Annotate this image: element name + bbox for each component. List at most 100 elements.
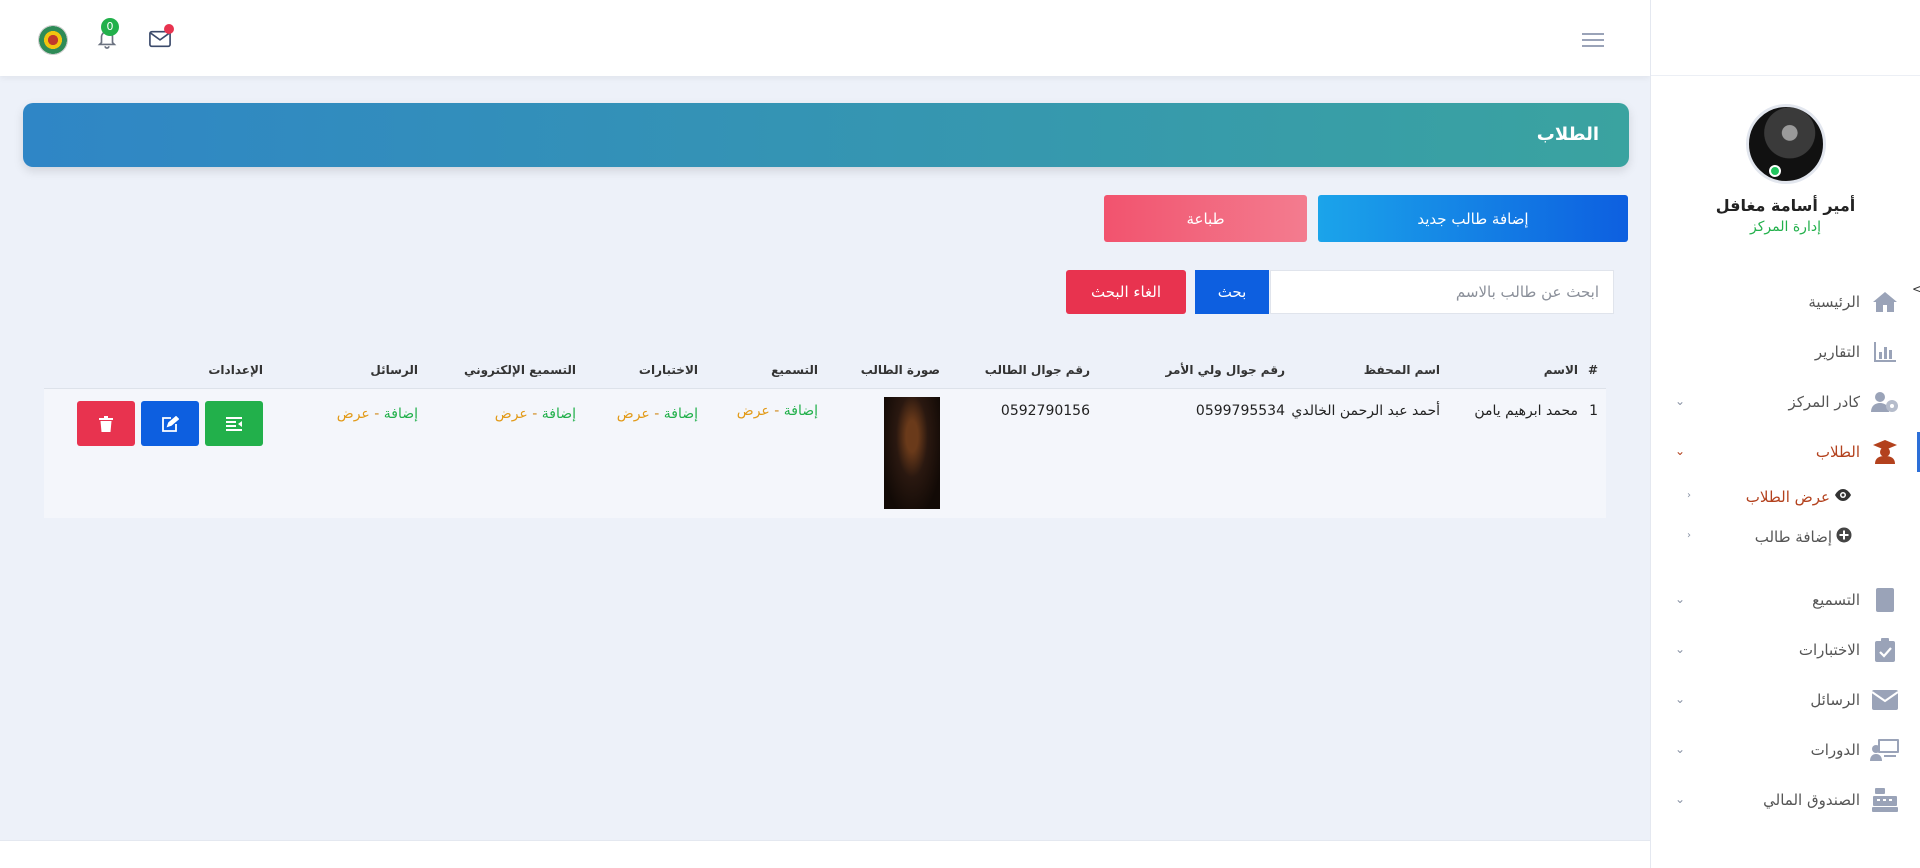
student-photo[interactable] <box>884 396 940 509</box>
sidebar-item-reports[interactable]: التقارير <box>1651 327 1920 377</box>
sidebar-item-label: الصندوق المالي <box>1763 791 1860 809</box>
edit-button[interactable] <box>141 400 199 446</box>
search-button[interactable]: بحث <box>1195 270 1269 314</box>
chevron-left-icon: ‹ <box>1687 490 1691 501</box>
column-header: الاختبارات <box>576 352 698 389</box>
profile-name: أمير أسامة مغافل <box>1715 196 1856 215</box>
details-button[interactable] <box>205 400 263 446</box>
messages-add-link[interactable]: إضافة <box>384 406 418 422</box>
sidebar-item-label: الاختبارات <box>1798 641 1860 659</box>
sidebar-item-students[interactable]: الطلاب ⌄ <box>1651 427 1920 477</box>
sidebar-item-exams[interactable]: الاختبارات ⌄ <box>1651 625 1920 675</box>
notification-count-badge: 0 <box>101 18 119 36</box>
column-header: التسميع <box>698 352 818 389</box>
column-header: الإعدادات <box>44 352 263 389</box>
sidebar-item-label: الرئيسية <box>1808 293 1860 311</box>
student-photo-cell <box>818 388 940 518</box>
e-recitation-view-link[interactable]: عرض <box>495 406 528 422</box>
column-header: # <box>1578 352 1606 389</box>
cash-register-icon <box>1868 786 1902 814</box>
sidebar-item-label: الرسائل <box>1810 691 1860 709</box>
footer <box>0 840 1650 868</box>
center-logo-icon[interactable] <box>38 25 68 55</box>
graduate-icon <box>1868 438 1902 466</box>
online-status-dot <box>1768 165 1781 177</box>
students-table: # الاسم اسم المحفظ رقم جوال ولي الأمر رق… <box>44 352 1606 518</box>
sidebar-item-finance[interactable]: الصندوق المالي ⌄ <box>1651 775 1920 825</box>
exams-add-link[interactable]: إضافة <box>664 406 698 422</box>
messages-view-link[interactable]: عرض <box>337 406 370 422</box>
column-header: صورة الطالب <box>818 352 940 389</box>
sidebar-item-label: الدورات <box>1810 741 1860 759</box>
classroom-icon <box>1868 736 1902 764</box>
column-header: رقم جوال الطالب <box>940 352 1090 389</box>
print-button[interactable]: طباعة <box>1104 195 1307 242</box>
exams-links: إضافة - عرض <box>576 388 698 518</box>
sidebar-subitem-add-student[interactable]: إضافة طالب ‹ <box>1651 517 1920 557</box>
page-title: الطلاب <box>23 103 1629 167</box>
column-header: الرسائل <box>263 352 418 389</box>
sidebar-item-courses[interactable]: الدورات ⌄ <box>1651 725 1920 775</box>
users-icon <box>1868 388 1902 416</box>
user-profile: أمير أسامة مغافل إدارة المركز <box>1651 76 1920 235</box>
link-separator: - <box>769 402 784 419</box>
recitation-add-link[interactable]: إضافة <box>784 403 818 419</box>
clipboard-icon <box>1868 636 1902 664</box>
chevron-down-icon: ⌄ <box>1675 394 1686 408</box>
chevron-down-icon: ⌄ <box>1675 692 1686 706</box>
add-student-button[interactable]: إضافة طالب جديد <box>1318 195 1628 242</box>
row-index: 1 <box>1578 388 1606 518</box>
edit-icon <box>162 415 180 432</box>
chevron-down-icon: ⌄ <box>1675 642 1686 656</box>
sidebar: < أمير أسامة مغافل إدارة المركز الرئيسية… <box>1650 0 1920 868</box>
chevron-left-icon: ‹ <box>1687 530 1691 541</box>
indent-list-icon <box>226 417 242 431</box>
exams-view-link[interactable]: عرض <box>617 406 650 422</box>
envelope-icon <box>1868 686 1902 714</box>
table-row: 1 محمد ابرهيم يامن أحمد عبد الرحمن الخال… <box>44 388 1606 518</box>
chevron-down-icon: ⌄ <box>1675 444 1686 458</box>
top-navbar: 0 <box>0 0 1650 76</box>
link-separator: - <box>649 405 664 422</box>
sidebar-item-home[interactable]: الرئيسية <box>1651 277 1920 327</box>
sidebar-subitem-label: إضافة طالب <box>1754 528 1832 546</box>
sidebar-header <box>1651 0 1920 76</box>
chart-icon <box>1868 338 1902 366</box>
table-header-row: # الاسم اسم المحفظ رقم جوال ولي الأمر رق… <box>44 352 1606 389</box>
teacher-name: أحمد عبد الرحمن الخالدي <box>1285 388 1440 518</box>
sidebar-item-label: التسميع <box>1812 591 1860 609</box>
delete-button[interactable] <box>77 400 135 446</box>
sidebar-subitem-label: عرض الطلاب <box>1745 488 1830 506</box>
messages-links: إضافة - عرض <box>263 388 418 518</box>
parent-phone: 0599795534 <box>1090 388 1285 518</box>
student-name: محمد ابرهيم يامن <box>1440 388 1578 518</box>
sidebar-item-label: كادر المركز <box>1788 393 1860 411</box>
column-header: الاسم <box>1440 352 1578 389</box>
mail-unread-dot <box>164 24 174 34</box>
sidebar-subitem-view-students[interactable]: عرض الطلاب ‹ <box>1651 477 1920 517</box>
column-header: اسم المحفظ <box>1285 352 1440 389</box>
sidebar-menu: الرئيسية التقارير كادر المركز ⌄ الطلاب ⌄ <box>1651 277 1920 825</box>
recitation-links: إضافة - عرض <box>698 388 818 518</box>
profile-role: إدارة المركز <box>1750 219 1821 235</box>
plus-circle-icon <box>1836 527 1852 547</box>
sidebar-item-messages[interactable]: الرسائل ⌄ <box>1651 675 1920 725</box>
sidebar-item-label: الطلاب <box>1815 443 1860 461</box>
chevron-down-icon: ⌄ <box>1675 592 1686 606</box>
cancel-search-button[interactable]: الغاء البحث <box>1066 270 1186 314</box>
sidebar-item-recitation[interactable]: التسميع ⌄ <box>1651 575 1920 625</box>
hamburger-menu-icon[interactable] <box>1582 33 1604 51</box>
settings-cell <box>44 388 263 518</box>
chevron-down-icon: ⌄ <box>1675 792 1686 806</box>
link-separator: - <box>527 405 542 422</box>
avatar[interactable] <box>1745 104 1826 184</box>
trash-icon <box>99 416 113 432</box>
eye-icon <box>1834 489 1852 505</box>
column-header: رقم جوال ولي الأمر <box>1090 352 1285 389</box>
home-icon <box>1868 288 1902 316</box>
recitation-view-link[interactable]: عرض <box>737 403 770 419</box>
search-input[interactable] <box>1270 270 1614 314</box>
e-recitation-add-link[interactable]: إضافة <box>542 406 576 422</box>
sidebar-item-staff[interactable]: كادر المركز ⌄ <box>1651 377 1920 427</box>
column-header: التسميع الإلكتروني <box>418 352 576 389</box>
